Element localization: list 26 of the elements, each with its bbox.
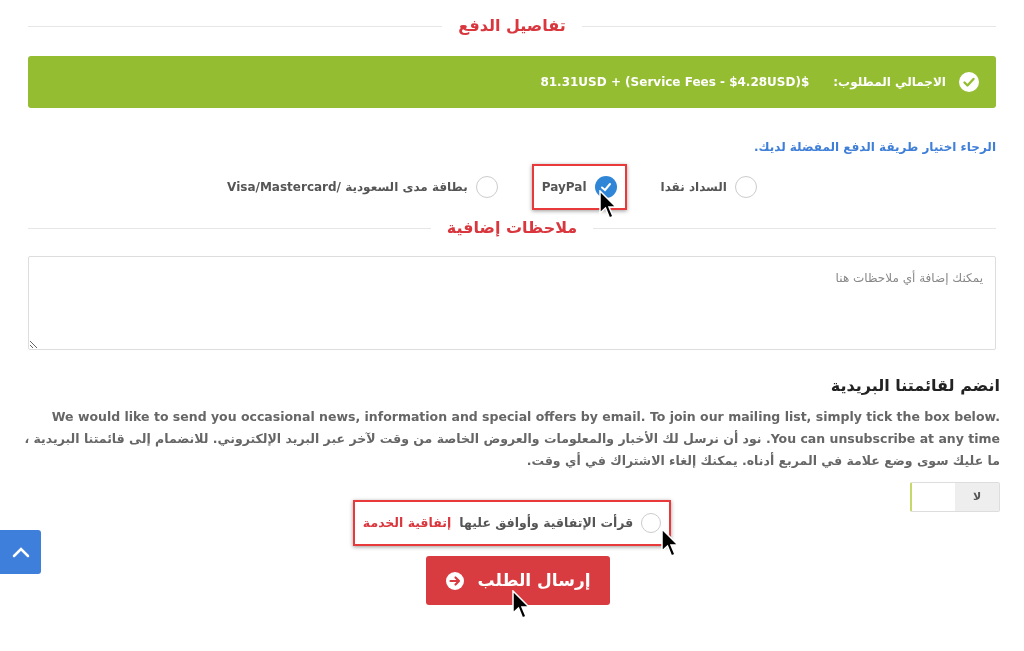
cursor-icon xyxy=(598,190,619,220)
total-amount: 81.31USD + (Service Fees - $4.28USD)$ xyxy=(540,74,810,91)
agreement-text: قرأت الإتفاقية وأوافق عليها xyxy=(459,513,634,532)
check-icon xyxy=(599,181,612,193)
payment-option[interactable]: بطاقة مدى السعودية /Visa/Mastercard xyxy=(217,164,508,210)
radio-button[interactable] xyxy=(475,176,498,198)
agreement-checkbox[interactable] xyxy=(641,513,662,533)
toggle-label: لا xyxy=(955,483,999,511)
toggle-switch[interactable]: لا xyxy=(910,482,1000,512)
option-label: بطاقة مدى السعودية /Visa/Mastercard xyxy=(227,179,468,196)
service-agreement-link[interactable]: إتفاقية الخدمة xyxy=(362,513,452,533)
arrow-circle-icon xyxy=(445,570,466,591)
section-title: تفاصيل الدفع xyxy=(458,15,566,37)
mailing-text: We would like to send you occasional news, information and special offers by email. To join our mailing list, simply tick the box below. You can unsubscribe at any time. نود أن نرسل لك الأخبار والمعلومات والعروض الخاصة من وقت لآخر عبر البريد الإلكتروني. للانضمام إلى قائمتنا البريدية ، ما عليك سوى وضع علامة في المربع أدناه. يمكنك إلغاء الاشتراك في أي وقت. xyxy=(24,408,1000,470)
section-title: ملاحظات إضافية xyxy=(446,217,578,239)
chevron-up-icon xyxy=(11,546,30,558)
mailing-title: انضم لقائمتنا البريدية xyxy=(829,375,1000,397)
payment-option[interactable]: السداد نقدا xyxy=(650,164,767,210)
option-label: PayPal xyxy=(541,179,587,196)
check-circle-icon xyxy=(958,71,980,93)
notes-field[interactable]: يمكنك إضافة أي ملاحظات هنا xyxy=(28,256,996,350)
payment-prompt: الرجاء اختيار طريقة الدفع المفضلة لديك. xyxy=(753,139,996,156)
radio-button[interactable] xyxy=(734,176,757,198)
total-label: الاجمالي المطلوب: xyxy=(833,74,946,91)
option-label: السداد نقدا xyxy=(660,179,727,196)
scroll-top-button[interactable] xyxy=(0,530,41,574)
